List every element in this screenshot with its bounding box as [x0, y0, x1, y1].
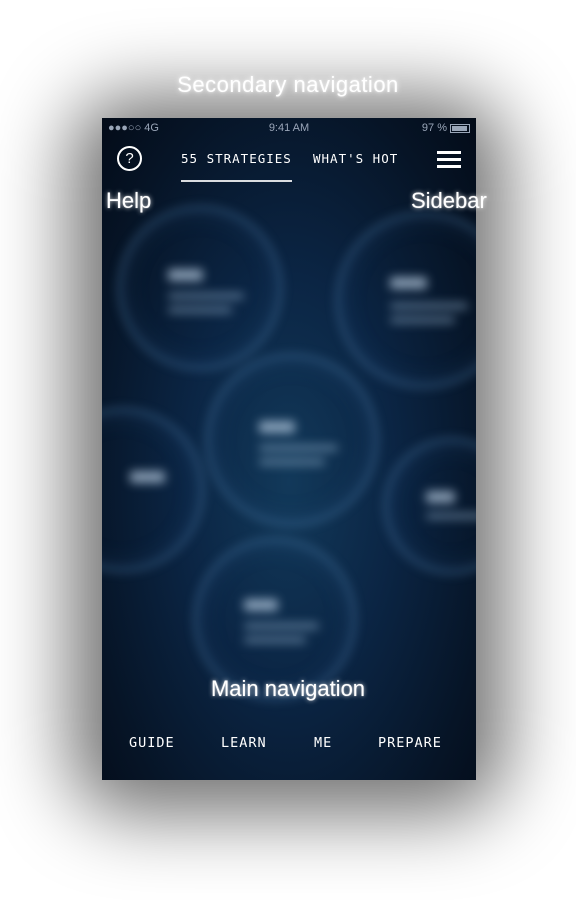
strategy-bubble[interactable] [384, 438, 476, 574]
help-annotation: Help [106, 188, 152, 213]
battery-status: 97 % [422, 122, 470, 134]
sidebar-annotation: Sidebar [411, 188, 487, 213]
secondary-navigation-annotation: Secondary navigation [177, 72, 399, 97]
strategy-bubble[interactable] [102, 408, 204, 572]
strategy-bubble[interactable] [118, 206, 282, 370]
nav-me[interactable]: ME [314, 735, 332, 751]
status-time: 9:41 AM [268, 122, 310, 134]
nav-prepare[interactable]: PREPARE [378, 735, 442, 751]
tab-whats-hot[interactable]: WHAT'S HOT [313, 151, 398, 166]
tab-55-strategies[interactable]: 55 STRATEGIES [181, 151, 292, 166]
main-navigation: GUIDE LEARN ME PREPARE [102, 735, 476, 755]
nav-guide[interactable]: GUIDE [129, 735, 175, 751]
hamburger-menu-icon[interactable] [437, 149, 461, 169]
strategy-bubble[interactable] [336, 212, 476, 388]
battery-icon [450, 123, 470, 133]
status-bar: ●●●○○ 4G 9:41 AM 97 % [102, 118, 476, 138]
main-navigation-annotation: Main navigation [210, 676, 366, 701]
secondary-navigation: 55 STRATEGIES WHAT'S HOT [102, 151, 476, 183]
battery-percent: 97 % [421, 122, 447, 134]
active-tab-indicator [181, 180, 292, 182]
nav-learn[interactable]: LEARN [221, 735, 267, 751]
strategy-bubble[interactable] [206, 354, 378, 526]
